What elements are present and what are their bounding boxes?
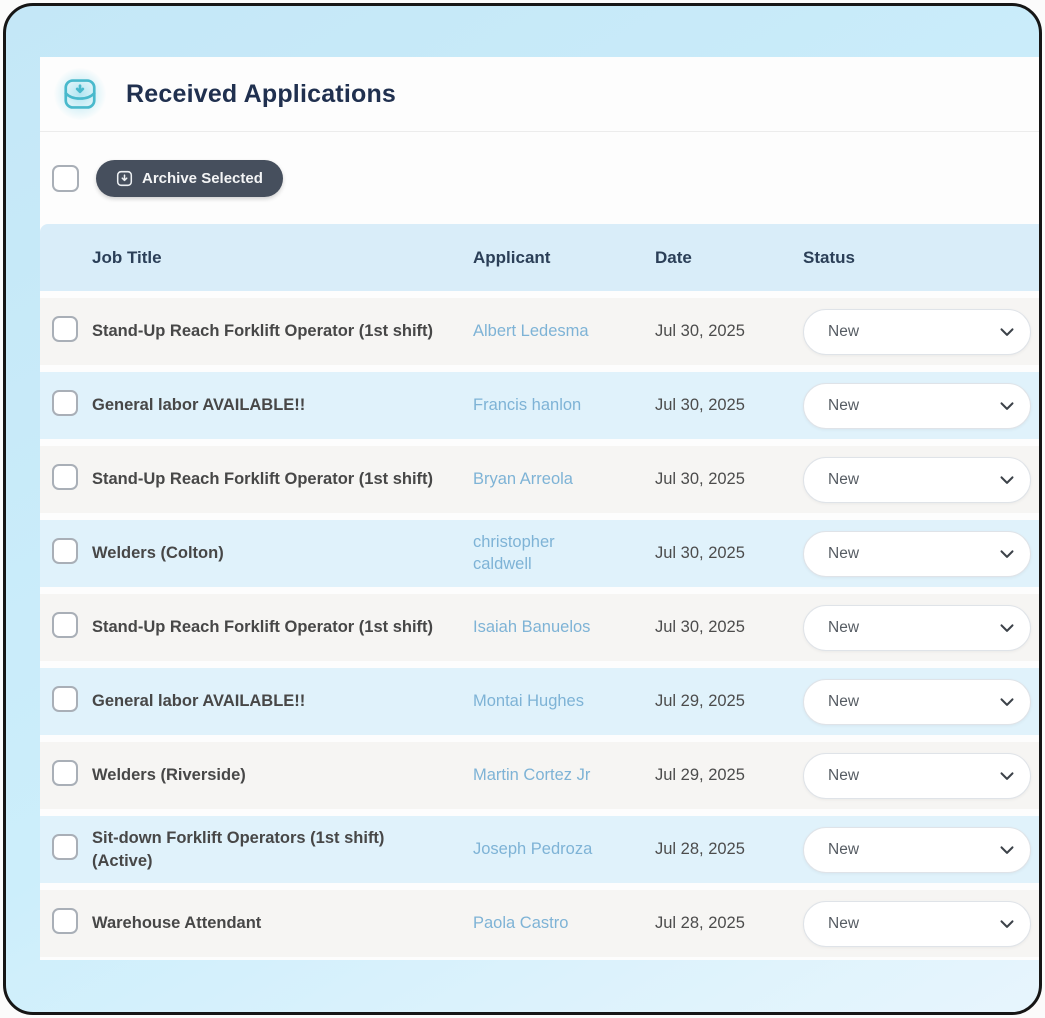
status-select[interactable]: New: [803, 753, 1031, 799]
applicant-link[interactable]: Francis hanlon: [473, 395, 655, 416]
table-row: Stand-Up Reach Forklift Operator (1st sh…: [40, 298, 1039, 365]
row-checkbox[interactable]: [52, 686, 78, 712]
applicant-name: Francis hanlon: [473, 395, 581, 416]
application-date: Jul 30, 2025: [655, 544, 803, 563]
job-title-text: Stand-Up Reach Forklift Operator (1st sh…: [92, 320, 473, 342]
column-header-status: Status: [803, 248, 1031, 268]
row-checkbox[interactable]: [52, 538, 78, 564]
application-date: Jul 30, 2025: [655, 618, 803, 637]
applicant-link[interactable]: Bryan Arreola: [473, 469, 655, 490]
table-row: Sit-down Forklift Operators (1st shift) …: [40, 816, 1039, 883]
table-row: Stand-Up Reach Forklift Operator (1st sh…: [40, 446, 1039, 513]
application-date: Jul 29, 2025: [655, 692, 803, 711]
archive-selected-label: Archive Selected: [142, 170, 263, 187]
archive-box-icon: [116, 170, 133, 187]
job-title-text: Stand-Up Reach Forklift Operator (1st sh…: [92, 468, 473, 490]
job-title-text: General labor AVAILABLE!!: [92, 394, 473, 416]
column-header-date: Date: [655, 248, 803, 268]
applications-list: Stand-Up Reach Forklift Operator (1st sh…: [40, 298, 1039, 957]
row-checkbox[interactable]: [52, 760, 78, 786]
app-frame: Received Applications Archive Selected J…: [3, 3, 1042, 1015]
row-checkbox-cell: [52, 760, 92, 791]
status-select-wrap: New: [803, 753, 1031, 799]
status-select-wrap: New: [803, 605, 1031, 651]
status-select[interactable]: New: [803, 309, 1031, 355]
row-checkbox-cell: [52, 538, 92, 569]
row-checkbox[interactable]: [52, 834, 78, 860]
job-title-text: Stand-Up Reach Forklift Operator (1st sh…: [92, 616, 473, 638]
applicant-name: Joseph Pedroza: [473, 839, 592, 860]
job-title-text: Sit-down Forklift Operators (1st shift) …: [92, 827, 473, 872]
page-title: Received Applications: [126, 80, 396, 109]
application-date: Jul 30, 2025: [655, 470, 803, 489]
row-checkbox[interactable]: [52, 464, 78, 490]
applicant-name: christopher caldwell: [473, 532, 613, 575]
table-row: Warehouse Attendant Paola Castro Jul 28,…: [40, 890, 1039, 957]
status-select[interactable]: New: [803, 827, 1031, 873]
applicant-link[interactable]: Martin Cortez Jr: [473, 765, 655, 786]
applicant-name: Paola Castro: [473, 913, 568, 934]
archive-selected-button[interactable]: Archive Selected: [96, 160, 283, 197]
table-row: Stand-Up Reach Forklift Operator (1st sh…: [40, 594, 1039, 661]
row-checkbox-cell: [52, 834, 92, 865]
bulk-actions-bar: Archive Selected: [40, 132, 1039, 224]
table-row: Welders (Colton) christopher caldwell Ju…: [40, 520, 1039, 587]
status-select[interactable]: New: [803, 457, 1031, 503]
applicant-link[interactable]: Montai Hughes: [473, 691, 655, 712]
row-checkbox-cell: [52, 316, 92, 347]
job-title-text: Welders (Colton): [92, 542, 473, 564]
status-select-wrap: New: [803, 457, 1031, 503]
application-date: Jul 28, 2025: [655, 840, 803, 859]
row-checkbox[interactable]: [52, 316, 78, 342]
status-select-wrap: New: [803, 901, 1031, 947]
job-title-text: Warehouse Attendant: [92, 912, 473, 934]
application-date: Jul 30, 2025: [655, 396, 803, 415]
application-date: Jul 29, 2025: [655, 766, 803, 785]
status-select[interactable]: New: [803, 605, 1031, 651]
status-select-wrap: New: [803, 679, 1031, 725]
row-checkbox-cell: [52, 612, 92, 643]
table-row: General labor AVAILABLE!! Montai Hughes …: [40, 668, 1039, 735]
status-select-wrap: New: [803, 827, 1031, 873]
status-select[interactable]: New: [803, 383, 1031, 429]
status-select-wrap: New: [803, 383, 1031, 429]
applicant-link[interactable]: Isaiah Banuelos: [473, 617, 655, 638]
status-select[interactable]: New: [803, 679, 1031, 725]
applicant-link[interactable]: Joseph Pedroza: [473, 839, 655, 860]
status-select-wrap: New: [803, 531, 1031, 577]
row-checkbox-cell: [52, 464, 92, 495]
received-applications-panel: Received Applications Archive Selected J…: [40, 57, 1039, 960]
applicant-name: Martin Cortez Jr: [473, 765, 590, 786]
applicant-link[interactable]: Albert Ledesma: [473, 321, 655, 342]
row-checkbox-cell: [52, 390, 92, 421]
status-select-wrap: New: [803, 309, 1031, 355]
row-checkbox-cell: [52, 686, 92, 717]
applicant-name: Isaiah Banuelos: [473, 617, 590, 638]
row-checkbox[interactable]: [52, 908, 78, 934]
application-date: Jul 28, 2025: [655, 914, 803, 933]
job-title-text: General labor AVAILABLE!!: [92, 690, 473, 712]
applicant-name: Montai Hughes: [473, 691, 584, 712]
select-all-checkbox[interactable]: [52, 165, 79, 192]
title-bar: Received Applications: [40, 57, 1039, 132]
column-header-job-title: Job Title: [92, 248, 473, 268]
table-header-row: Job Title Applicant Date Status: [40, 224, 1039, 291]
row-checkbox-cell: [52, 908, 92, 939]
applicant-name: Albert Ledesma: [473, 321, 589, 342]
row-checkbox[interactable]: [52, 612, 78, 638]
applicant-link[interactable]: Paola Castro: [473, 913, 655, 934]
applicant-link[interactable]: christopher caldwell: [473, 532, 655, 575]
application-date: Jul 30, 2025: [655, 322, 803, 341]
job-title-text: Welders (Riverside): [92, 764, 473, 786]
status-select[interactable]: New: [803, 901, 1031, 947]
row-checkbox[interactable]: [52, 390, 78, 416]
column-header-applicant: Applicant: [473, 248, 655, 268]
status-select[interactable]: New: [803, 531, 1031, 577]
table-row: Welders (Riverside) Martin Cortez Jr Jul…: [40, 742, 1039, 809]
table-row: General labor AVAILABLE!! Francis hanlon…: [40, 372, 1039, 439]
inbox-arrow-down-icon: [54, 68, 106, 120]
applicant-name: Bryan Arreola: [473, 469, 573, 490]
